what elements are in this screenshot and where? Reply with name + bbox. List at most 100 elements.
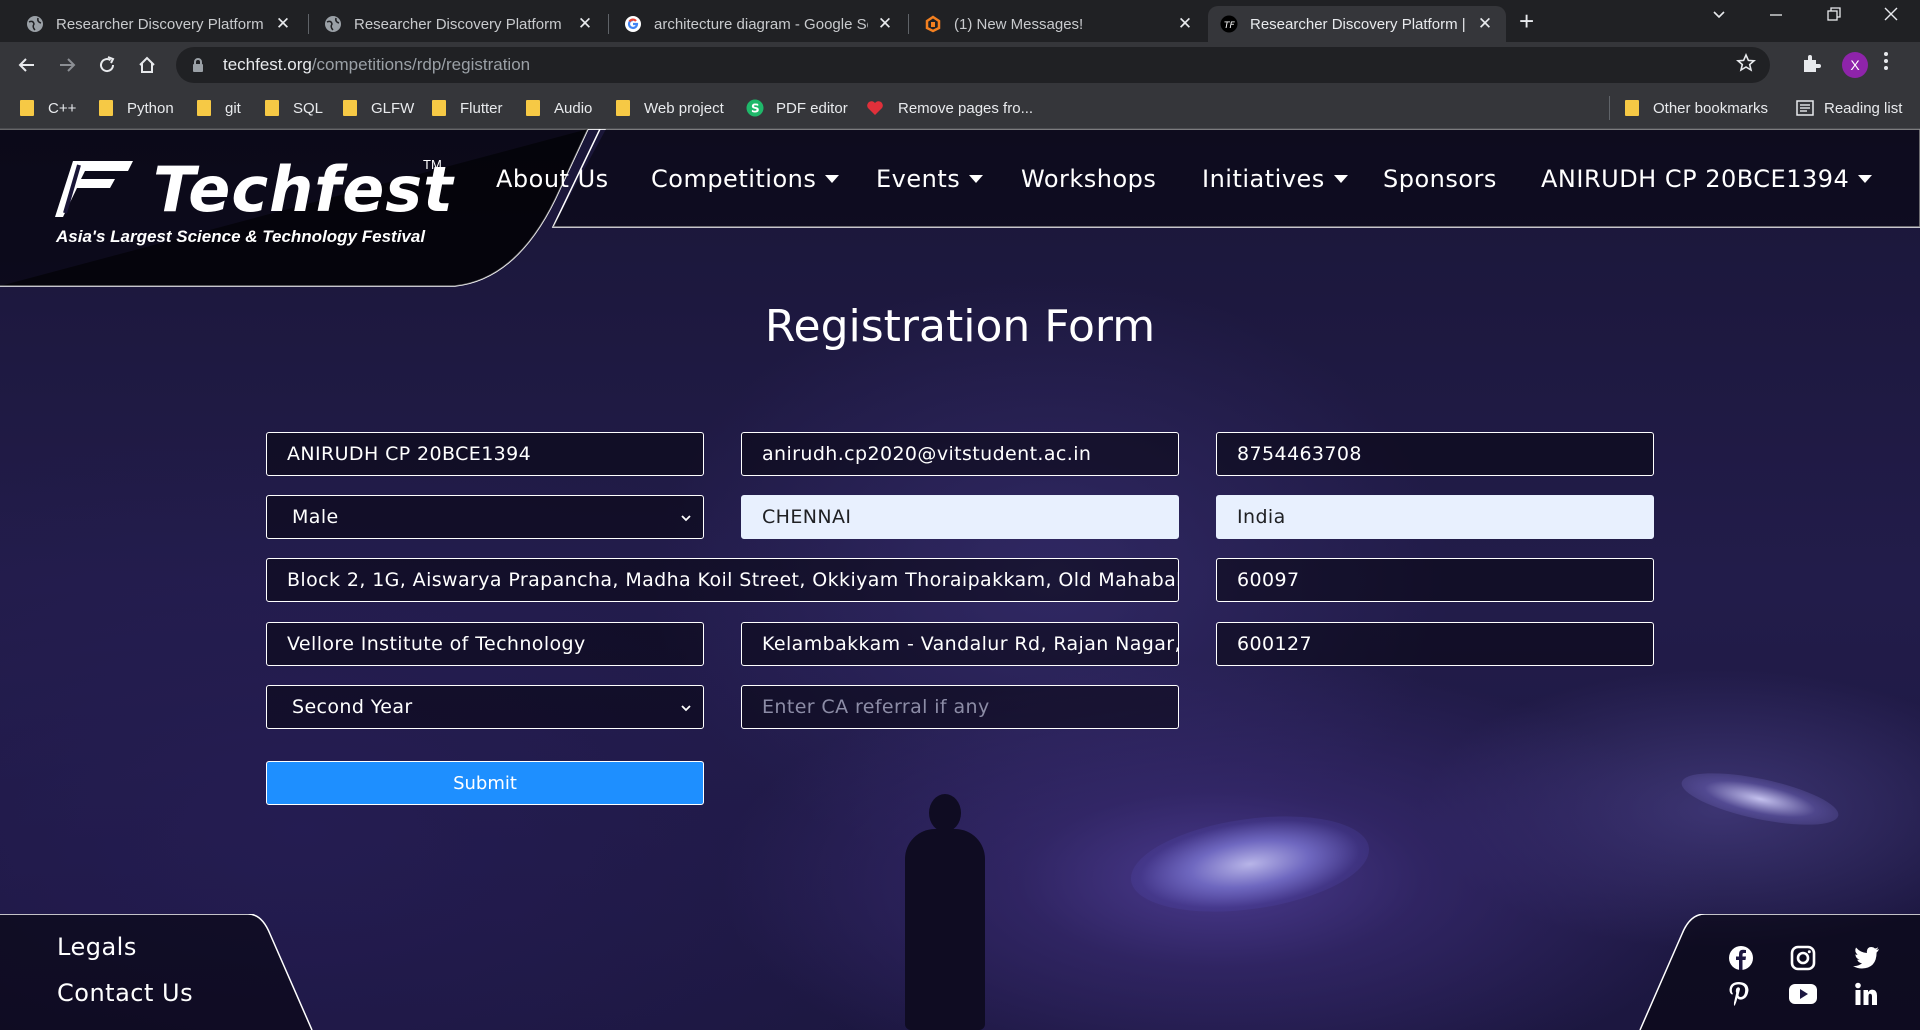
year-select[interactable]: Second Year [266,685,704,729]
tab-search-icon[interactable] [1711,6,1727,27]
techfest-logo[interactable]: Techfest TM Asia's Largest Science & Tec… [55,153,455,257]
other-bookmarks[interactable]: Other bookmarks [1625,96,1768,120]
folder-icon [1625,100,1639,116]
bookmark-label: Python [127,99,174,117]
reload-icon[interactable] [93,51,121,79]
browser-tab-bar: Researcher Discovery Platform ✕ Research… [0,0,1920,42]
folder-icon [343,100,357,116]
bookmark-folder[interactable]: C++ [20,96,76,120]
bookmark-folder[interactable]: git [197,96,241,120]
folder-icon [265,100,279,116]
instagram-icon[interactable] [1788,943,1818,973]
nav-initiatives[interactable]: Initiatives [1202,159,1348,199]
tab-separator [308,14,309,34]
svg-text:S: S [751,102,760,116]
chevron-down-icon [679,508,693,533]
city-field[interactable]: CHENNAI [741,495,1179,539]
college-address-field[interactable]: Kelambakkam - Vandalur Rd, Rajan Nagar, … [741,622,1179,666]
folder-icon [20,100,34,116]
other-bookmarks-label: Other bookmarks [1653,99,1769,117]
url-domain: techfest.org [223,55,312,74]
browser-toolbar: techfest.org/competitions/rdp/registrati… [0,42,1920,88]
twitter-icon[interactable] [1851,943,1881,973]
url-text: techfest.org/competitions/rdp/registrati… [223,55,530,75]
globe-icon [26,15,44,33]
tab-separator [908,14,909,34]
pdf-editor-icon: S [746,99,764,117]
submit-button[interactable]: Submit [266,761,704,805]
close-tab-icon[interactable]: ✕ [876,14,894,34]
country-field[interactable]: India [1216,495,1654,539]
browser-tab-active[interactable]: TF Researcher Discovery Platform | T ✕ [1208,6,1506,42]
profile-avatar[interactable]: X [1842,52,1868,78]
bookmark-folder[interactable]: Web project [616,96,724,120]
bookmark-label: Remove pages fro... [898,99,1034,117]
facebook-icon[interactable] [1726,943,1756,973]
address-pincode-field[interactable]: 60097 [1216,558,1654,602]
new-tab-icon[interactable]: + [1519,8,1534,34]
address-field[interactable]: Block 2, 1G, Aiswarya Prapancha, Madha K… [266,558,1179,602]
caret-down-icon [969,175,984,183]
bookmark-folder[interactable]: Audio [526,96,592,120]
nav-label: Initiatives [1202,165,1325,193]
tab-title: Researcher Discovery Platform [56,15,264,33]
nav-workshops[interactable]: Workshops [1021,159,1156,199]
bookmark-remove-pages[interactable]: Remove pages fro... [866,96,1033,120]
folder-icon [616,100,630,116]
bookmark-pdf-editor[interactable]: S PDF editor [746,96,848,120]
college-pincode-field[interactable]: 600127 [1216,622,1654,666]
college-field[interactable]: Vellore Institute of Technology [266,622,704,666]
youtube-icon[interactable] [1788,979,1818,1009]
nav-label: Sponsors [1383,165,1497,193]
restore-icon[interactable] [1826,6,1842,27]
bookmark-label: git [225,99,241,117]
folder-icon [526,100,540,116]
forward-icon[interactable] [53,51,81,79]
nav-sponsors[interactable]: Sponsors [1383,159,1497,199]
contact-us-link[interactable]: Contact Us [57,979,193,1007]
close-tab-icon[interactable]: ✕ [576,14,594,34]
phone-field[interactable]: 8754463708 [1216,432,1654,476]
browser-menu-icon[interactable] [1883,50,1889,78]
pinterest-icon[interactable] [1724,979,1754,1009]
extensions-icon[interactable] [1800,52,1822,79]
bookmark-label: PDF editor [776,99,848,117]
nav-about-us[interactable]: About Us [496,159,609,199]
gender-selected-value: Male [292,506,339,528]
folder-icon [99,100,113,116]
nav-user-menu[interactable]: ANIRUDH CP 20BCE1394 [1541,159,1873,199]
browser-tab[interactable]: architecture diagram - Google Se ✕ [612,6,906,42]
bookmark-folder[interactable]: Flutter [432,96,503,120]
home-icon[interactable] [133,51,161,79]
back-icon[interactable] [13,51,41,79]
page-title: Registration Form [764,301,1156,352]
email-field[interactable]: anirudh.cp2020@vitstudent.ac.in [741,432,1179,476]
linkedin-icon[interactable] [1851,979,1881,1009]
legals-link[interactable]: Legals [57,933,137,961]
address-bar[interactable]: techfest.org/competitions/rdp/registrati… [176,47,1770,83]
minimize-icon[interactable] [1768,6,1784,27]
logo-text: Techfest [153,153,454,226]
bookmark-folder[interactable]: GLFW [343,96,414,120]
close-tab-icon[interactable]: ✕ [1476,14,1494,34]
name-field[interactable]: ANIRUDH CP 20BCE1394 [266,432,704,476]
tab-title: Researcher Discovery Platform [354,15,562,33]
close-window-icon[interactable] [1883,6,1899,27]
referral-input[interactable]: Enter CA referral if any [741,685,1179,729]
browser-tab[interactable]: Researcher Discovery Platform ✕ [312,6,606,42]
bookmark-folder[interactable]: Python [99,96,174,120]
browser-tab[interactable]: (1) New Messages! ✕ [912,6,1206,42]
gender-select[interactable]: Male [266,495,704,539]
browser-tab[interactable]: Researcher Discovery Platform ✕ [14,6,304,42]
nav-competitions[interactable]: Competitions [651,159,840,199]
close-tab-icon[interactable]: ✕ [1176,14,1194,34]
lock-icon[interactable] [192,58,206,72]
bookmark-label: Audio [554,99,593,117]
bookmark-star-icon[interactable] [1736,53,1756,79]
bookmark-separator [1609,96,1610,120]
nav-events[interactable]: Events [876,159,984,199]
bookmark-label: C++ [48,99,77,117]
bookmark-folder[interactable]: SQL [265,96,323,120]
close-tab-icon[interactable]: ✕ [274,14,292,34]
reading-list[interactable]: Reading list [1796,96,1902,120]
